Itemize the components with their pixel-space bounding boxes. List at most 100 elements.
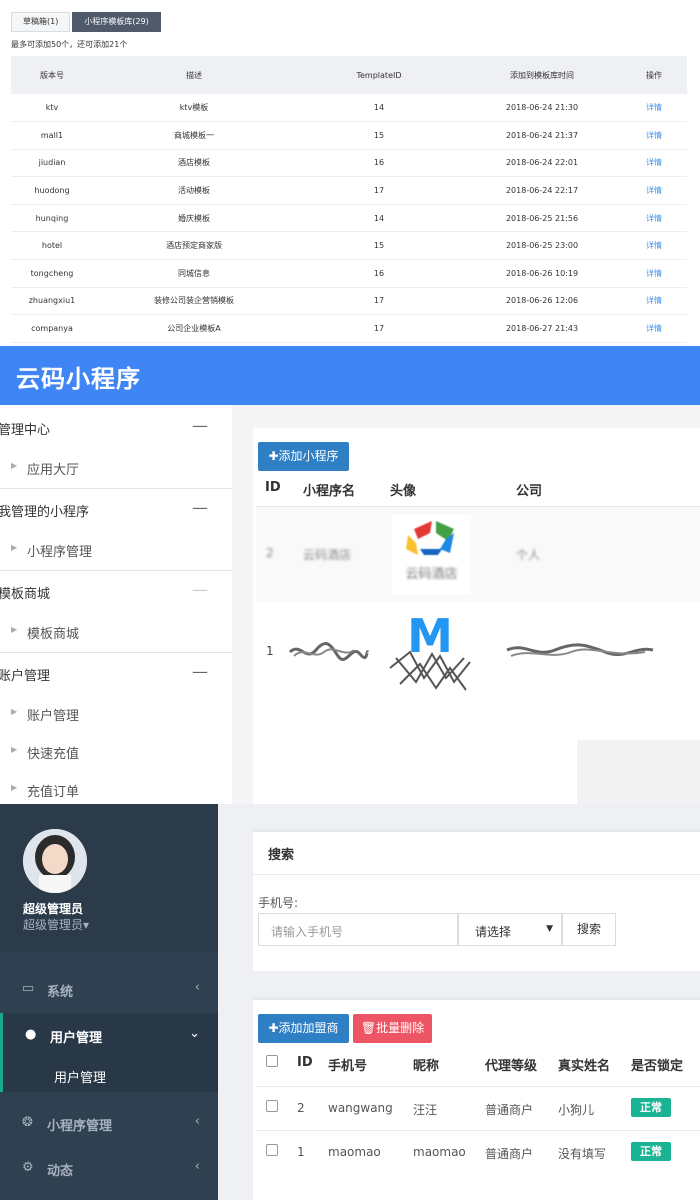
nav-user-manage[interactable]: ● 用户管理 ⌄ bbox=[0, 1013, 218, 1058]
row-description: 装修公司装企营销模板 bbox=[93, 287, 295, 316]
table-row: jiudian 酒店模板 16 2018-06-24 22:01 详情 bbox=[11, 149, 687, 178]
status-badge: 正常 bbox=[631, 1142, 671, 1161]
row-detail-link[interactable]: 详情 bbox=[621, 94, 687, 123]
row-phone: maomao bbox=[328, 1145, 381, 1159]
redacted-name-scribble bbox=[288, 641, 370, 661]
sidebar-group-template-store[interactable]: 模板商城 — bbox=[0, 570, 232, 611]
row-template-id: 17 bbox=[295, 314, 463, 343]
user-admin-panel: 超级管理员 超级管理员▾ ▭ 系统 ‹ ● 用户管理 ⌄ 用户管理 ❂ 小程序管… bbox=[0, 804, 700, 1200]
row-agent-level: 普通商户 bbox=[485, 1103, 534, 1117]
subnav-user-manage[interactable]: 用户管理 bbox=[0, 1057, 218, 1092]
row-detail-link[interactable]: 详情 bbox=[621, 204, 687, 233]
row-added-time: 2018-06-25 21:56 bbox=[463, 204, 621, 233]
col-action: 操作 bbox=[621, 56, 687, 94]
row-checkbox[interactable] bbox=[266, 1144, 278, 1156]
tab-drafts[interactable]: 草稿箱(1) bbox=[11, 12, 71, 32]
caret-down-icon: ▾ bbox=[83, 918, 90, 932]
nav-label: 用户管理 bbox=[50, 1031, 103, 1046]
table-row: zhuangxiu1 装修公司装企营销模板 17 2018-06-26 12:06 详情 bbox=[11, 287, 687, 316]
phone-search-input[interactable]: 请输入手机号 bbox=[258, 913, 458, 946]
collapse-icon[interactable]: — bbox=[192, 580, 208, 599]
collapse-icon[interactable]: — bbox=[192, 498, 208, 517]
add-franchisee-button[interactable]: ✚添加加盟商 bbox=[258, 1014, 349, 1043]
row-description: 酒店预定商家版 bbox=[93, 231, 295, 261]
collapse-icon[interactable]: — bbox=[192, 416, 208, 435]
collapse-icon[interactable]: — bbox=[192, 662, 208, 681]
row-detail-link[interactable]: 详情 bbox=[621, 231, 687, 261]
search-box bbox=[253, 829, 700, 971]
sidebar-item-miniprogram-manage[interactable]: ▶ 小程序管理 bbox=[0, 530, 232, 568]
row-detail-link[interactable]: 详情 bbox=[621, 259, 687, 288]
row-added-time: 2018-06-26 10:19 bbox=[463, 259, 621, 288]
avatar[interactable] bbox=[23, 829, 87, 893]
tab-template-library[interactable]: 小程序模板库(29) bbox=[72, 12, 161, 32]
batch-delete-button[interactable]: 🗑批量删除 bbox=[353, 1014, 432, 1043]
select-all-checkbox[interactable] bbox=[266, 1055, 278, 1067]
sidebar-item-recharge-orders[interactable]: ▶ 充值订单 bbox=[0, 770, 232, 808]
status-badge: 正常 bbox=[631, 1098, 671, 1117]
search-box-title: 搜索 bbox=[268, 848, 295, 863]
sidebar-group-account[interactable]: 账户管理 — bbox=[0, 652, 232, 693]
nav-miniprogram-manage[interactable]: ❂ 小程序管理 ‹ bbox=[0, 1101, 218, 1146]
user-role-dropdown[interactable]: 超级管理员▾ bbox=[23, 916, 89, 933]
row-detail-link[interactable]: 详情 bbox=[621, 149, 687, 178]
row-detail-link[interactable]: 详情 bbox=[621, 176, 687, 205]
sidebar-item-quick-recharge[interactable]: ▶ 快速充值 bbox=[0, 732, 232, 770]
col-name: 小程序名 bbox=[303, 484, 356, 499]
item-label: 模板商城 bbox=[27, 627, 80, 642]
nav-system[interactable]: ▭ 系统 ‹ bbox=[0, 967, 218, 1012]
sidebar-group-management[interactable]: 管理中心 — bbox=[0, 407, 232, 448]
col-id: ID bbox=[297, 1055, 313, 1070]
row-detail-link[interactable]: 详情 bbox=[621, 314, 687, 343]
col-description: 描述 bbox=[93, 56, 295, 94]
sidebar: 超级管理员 超级管理员▾ ▭ 系统 ‹ ● 用户管理 ⌄ 用户管理 ❂ 小程序管… bbox=[0, 804, 218, 1200]
row-id: 1 bbox=[266, 644, 274, 658]
sidebar-item-account-manage[interactable]: ▶ 账户管理 bbox=[0, 694, 232, 732]
sidebar-item-app-hall[interactable]: ▶ 应用大厅 bbox=[0, 448, 232, 486]
chevron-left-icon: ‹ bbox=[194, 1114, 200, 1129]
chevron-right-icon: ▶ bbox=[11, 461, 18, 470]
nav-dynamics[interactable]: ⚙ 动态 ‹ bbox=[0, 1146, 218, 1191]
template-table: 版本号 描述 TemplateID 添加到模板库时间 操作 ktv ktv模板 14… bbox=[11, 56, 687, 343]
row-checkbox[interactable] bbox=[266, 1100, 278, 1112]
sidebar-group-my-miniprograms[interactable]: 我管理的小程序 — bbox=[0, 488, 232, 529]
table-row: mall1 商城模板一 15 2018-06-24 21:37 详情 bbox=[11, 121, 687, 150]
row-version: mall1 bbox=[11, 121, 93, 150]
row-template-id: 16 bbox=[295, 259, 463, 288]
sidebar: 管理中心 — ▶ 应用大厅 我管理的小程序 — ▶ 小程序管理 模板商城 — ▶… bbox=[0, 405, 232, 804]
nav-label: 动态 bbox=[47, 1164, 74, 1179]
row-template-id: 14 bbox=[295, 94, 463, 123]
select-value: 请选择 bbox=[475, 925, 512, 939]
row-detail-link[interactable]: 详情 bbox=[621, 287, 687, 316]
row-real-name: 没有填写 bbox=[558, 1147, 607, 1161]
divider bbox=[253, 874, 700, 875]
row-version: companya bbox=[11, 314, 93, 343]
sidebar-item-template-store[interactable]: ▶ 模板商城 bbox=[0, 612, 232, 650]
col-real-name: 真实姓名 bbox=[558, 1059, 611, 1074]
row-description: 婚庆模板 bbox=[93, 204, 295, 233]
row-template-id: 14 bbox=[295, 204, 463, 233]
col-nickname: 昵称 bbox=[413, 1059, 440, 1074]
filter-select[interactable]: 请选择 ▼ bbox=[458, 913, 562, 946]
phone-label: 手机号: bbox=[258, 896, 299, 910]
row-version: tongcheng bbox=[11, 259, 93, 288]
row-detail-link[interactable]: 详情 bbox=[621, 121, 687, 150]
row-divider bbox=[256, 1130, 700, 1131]
row-description: 活动模板 bbox=[93, 176, 295, 205]
user-icon: ● bbox=[25, 1027, 37, 1042]
item-label: 充值订单 bbox=[27, 785, 80, 800]
chevron-left-icon: ‹ bbox=[194, 980, 200, 995]
table-row: huodong 活动模板 17 2018-06-24 22:17 详情 bbox=[11, 176, 687, 205]
miniprogram-avatar: 云码酒店 bbox=[392, 515, 471, 595]
row-company: 个人 bbox=[516, 548, 541, 562]
row-added-time: 2018-06-24 21:37 bbox=[463, 121, 621, 150]
row-id: 2 bbox=[297, 1101, 305, 1115]
row-description: 商城模板一 bbox=[93, 121, 295, 150]
col-locked: 是否锁定 bbox=[631, 1059, 684, 1074]
brand-title: 云码小程序 bbox=[16, 365, 141, 393]
row-template-id: 15 bbox=[295, 231, 463, 261]
search-button[interactable]: 搜索 bbox=[562, 913, 616, 946]
miniprogram-avatar: M bbox=[380, 612, 480, 698]
add-miniprogram-button[interactable]: ✚添加小程序 bbox=[258, 442, 349, 471]
row-description: 公司企业模板A bbox=[93, 314, 295, 343]
